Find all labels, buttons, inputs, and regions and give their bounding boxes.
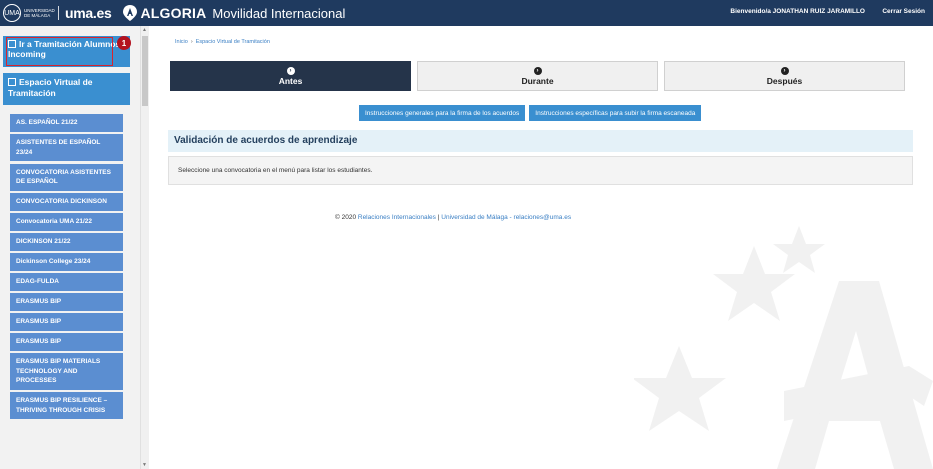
university-seal-icon: UMA [3,4,21,22]
sidebar-scrollbar[interactable]: ▲ ▼ [140,26,149,469]
header-divider [58,6,59,20]
call-list: AS. ESPAÑOL 21/22 ASISTENTES DE ESPAÑOL … [10,114,123,422]
call-item[interactable]: ASISTENTES DE ESPAÑOL 23/24 [10,134,123,161]
app-title: Movilidad Internacional [212,5,346,21]
call-item[interactable]: EDAG-FULDA [10,273,123,291]
welcome-text: Bienvenido/a JONATHAN RUIZ JARAMILLO [730,8,865,15]
panel-title: Validación de acuerdos de aprendizaje [168,130,913,152]
call-item[interactable]: ERASMUS BIP MATERIALS TECHNOLOGY AND PRO… [10,353,123,390]
scroll-down-arrow-icon[interactable]: ▼ [142,462,147,468]
university-name: UNIVERSIDAD DE MÁLAGA [24,8,55,18]
call-item[interactable]: Dickinson College 23/24 [10,253,123,271]
tab-antes[interactable]: › Antes [170,61,411,91]
call-item[interactable]: ERASMUS BIP [10,313,123,331]
virtual-space-label: Espacio Virtual de Tramitación [8,77,93,98]
breadcrumb-current[interactable]: Espacio Virtual de Tramitación [196,39,270,45]
international-relations-link[interactable]: Relaciones Internacionales [358,214,436,221]
copyright: © 2020 [335,214,357,221]
general-instructions-button[interactable]: Instrucciones generales para la firma de… [359,105,526,121]
virtual-space-button[interactable]: Espacio Virtual de Tramitación [3,73,130,105]
table-icon [8,78,16,86]
call-item[interactable]: ERASMUS BIP RESILIENCE – THRIVING THROUG… [10,392,123,419]
highlight-box [6,37,113,66]
call-item[interactable]: CONVOCATORIA ASISTENTES DE ESPAÑOL [10,163,123,191]
chevron-right-icon: › [190,39,193,45]
specific-instructions-button[interactable]: Instrucciones específicas para subir la … [529,105,702,121]
main-content: Inicio › Espacio Virtual de Tramitación › … [150,26,933,469]
call-item[interactable]: Convocatoria UMA 21/22 [10,213,123,231]
call-item[interactable]: DICKINSON 21/22 [10,233,123,251]
tab-label: Durante [521,75,554,86]
incoming-processing-button[interactable]: Ir a Tramitación Alumnos Incoming [3,36,130,67]
footer: © 2020 Relaciones Internacionales | Univ… [335,214,571,221]
university-logo[interactable]: UMA UNIVERSIDAD DE MÁLAGA [3,4,55,22]
top-bar: UMA UNIVERSIDAD DE MÁLAGA uma.es ALGORIA… [0,0,933,26]
tab-durante[interactable]: › Durante [417,61,658,91]
brand-logo[interactable]: ALGORIA [123,5,206,21]
arrow-circle-icon: › [286,66,295,75]
tab-label: Después [766,75,803,86]
scroll-up-arrow-icon[interactable]: ▲ [142,27,147,33]
call-item[interactable]: ERASMUS BIP [10,293,123,311]
breadcrumb: Inicio › Espacio Virtual de Tramitación [175,39,270,45]
breadcrumb-home[interactable]: Inicio [175,39,188,45]
scroll-thumb[interactable] [142,36,148,106]
algoria-watermark-icon [634,226,933,469]
panel-message: Seleccione una convocatoria en el menú p… [168,156,913,185]
map-pin-icon [123,5,138,21]
tab-label: Antes [278,75,303,86]
logout-link[interactable]: Cerrar Sesión [882,8,925,15]
call-item[interactable]: CONVOCATORIA DICKINSON [10,193,123,211]
step-number-badge: 1 [117,36,131,50]
brand-name: ALGORIA [140,5,207,21]
arrow-circle-icon: › [533,66,542,75]
sidebar: Ir a Tramitación Alumnos Incoming 1 Espa… [0,26,140,469]
university-contact-link[interactable]: Universidad de Málaga - relaciones@uma.e… [441,214,571,221]
call-item[interactable]: ERASMUS BIP [10,333,123,351]
phase-tabs: › Antes › Durante › Después [170,61,905,91]
portal-logo[interactable]: uma.es [65,5,112,21]
instructions-buttons: Instrucciones generales para la firma de… [359,105,702,121]
call-item[interactable]: AS. ESPAÑOL 21/22 [10,114,123,132]
tab-despues[interactable]: › Después [664,61,905,91]
footer-separator: | [437,214,440,221]
arrow-circle-icon: › [780,66,789,75]
